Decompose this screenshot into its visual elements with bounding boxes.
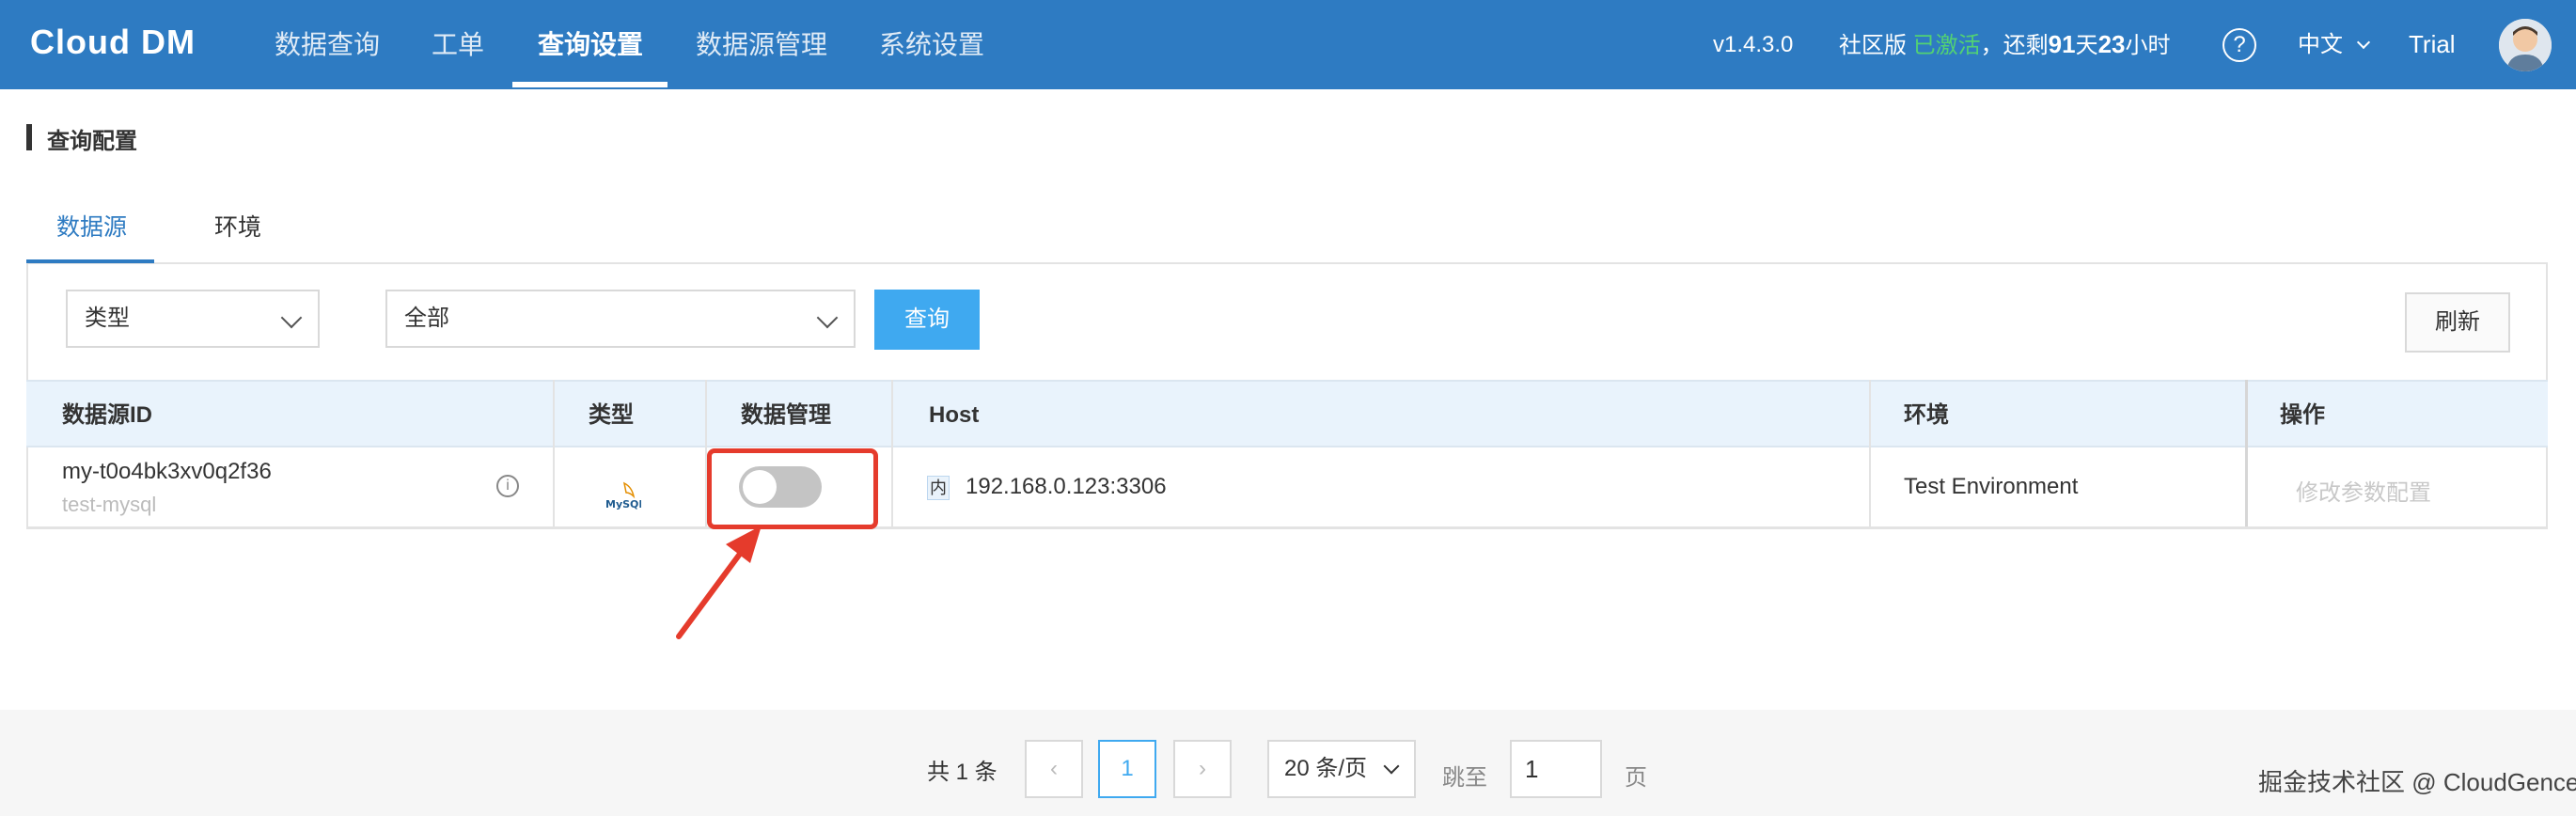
column-header-actions: 操作: [2280, 402, 2325, 428]
next-page-button[interactable]: ›: [1173, 740, 1232, 798]
days-unit: 天: [2075, 33, 2098, 58]
page-size-select[interactable]: 20 条/页: [1267, 740, 1416, 798]
mysql-logo-text: MySQL: [605, 498, 641, 510]
license-status: 社区版 已激活，还剩91天23小时: [1839, 0, 2171, 89]
language-switcher[interactable]: 中文: [2298, 0, 2370, 89]
column-header-type: 类型: [589, 402, 634, 428]
datasource-id: my-t0o4bk3xv0q2f36: [62, 459, 272, 484]
activated-label: 已激活: [1912, 33, 1981, 58]
highlight-annotation-box: [707, 448, 878, 529]
refresh-button[interactable]: 刷新: [2405, 292, 2510, 353]
page-title: 查询配置: [47, 129, 137, 154]
nav-system-settings[interactable]: 系统设置: [879, 0, 984, 89]
language-label: 中文: [2298, 32, 2343, 57]
edition-label: 社区版: [1839, 33, 1907, 58]
nav-active-indicator: [512, 82, 668, 87]
table-header: 数据源ID 类型 数据管理 Host 环境 操作: [26, 380, 2548, 447]
chevron-down-icon: [816, 306, 839, 329]
network-internal-badge: 内: [927, 476, 950, 500]
environment-value: Test Environment: [1904, 474, 2079, 499]
page-number-current[interactable]: 1: [1098, 740, 1156, 798]
scope-select[interactable]: 全部: [385, 290, 856, 348]
remaining-prefix: ，还剩: [1980, 33, 2049, 58]
total-count: 共 1 条: [927, 760, 997, 785]
type-select-value: 类型: [85, 306, 130, 331]
column-header-host: Host: [929, 402, 980, 428]
help-icon[interactable]: ?: [2223, 28, 2256, 62]
column-header-id: 数据源ID: [62, 402, 152, 428]
info-icon[interactable]: i: [496, 475, 519, 497]
avatar[interactable]: [2499, 19, 2552, 71]
page-unit-label: 页: [1625, 765, 1647, 791]
column-header-environment: 环境: [1904, 402, 1949, 428]
watermark-text: 掘金技术社区 @ CloudGence: [2258, 768, 2576, 796]
top-navbar: Cloud DM 数据查询 工单 查询设置 数据源管理 系统设置 v1.4.3.…: [0, 0, 2576, 89]
tab-environment[interactable]: 环境: [214, 209, 261, 243]
nav-tickets[interactable]: 工单: [432, 0, 484, 89]
app-logo[interactable]: Cloud DM: [30, 23, 196, 68]
remaining-hours: 23: [2097, 30, 2126, 58]
hours-unit: 小时: [2125, 33, 2171, 58]
chevron-down-icon: [1383, 758, 1400, 775]
mysql-logo-icon: MySQL: [604, 479, 645, 514]
scope-select-value: 全部: [404, 306, 449, 331]
user-name[interactable]: Trial: [2409, 0, 2456, 89]
prev-page-button[interactable]: ‹: [1025, 740, 1083, 798]
annotation-arrow-icon: [676, 526, 762, 639]
query-button[interactable]: 查询: [874, 290, 980, 350]
edit-parameters-link[interactable]: 修改参数配置: [2296, 474, 2431, 507]
nav-datasource-management[interactable]: 数据源管理: [696, 0, 827, 89]
table-row: [26, 447, 2548, 528]
column-header-data-management: 数据管理: [741, 402, 831, 428]
title-accent-bar: [26, 124, 32, 150]
host-value: 192.168.0.123:3306: [966, 474, 1167, 499]
jump-label: 跳至: [1442, 765, 1487, 791]
type-select[interactable]: 类型: [66, 290, 320, 348]
page-size-value: 20 条/页: [1284, 756, 1368, 781]
jump-page-input[interactable]: 1: [1510, 740, 1602, 798]
version-label: v1.4.3.0: [1713, 32, 1794, 57]
tab-datasource[interactable]: 数据源: [56, 209, 127, 243]
chevron-down-icon: [2356, 35, 2370, 50]
datasource-name: test-mysql: [62, 493, 157, 516]
chevron-down-icon: [280, 306, 303, 329]
nav-query-settings[interactable]: 查询设置: [538, 0, 643, 89]
user-avatar-icon: [2499, 19, 2552, 71]
mysql-dolphin-icon: MySQL: [605, 481, 645, 510]
nav-data-query[interactable]: 数据查询: [275, 0, 380, 89]
remaining-days: 91: [2048, 30, 2076, 58]
